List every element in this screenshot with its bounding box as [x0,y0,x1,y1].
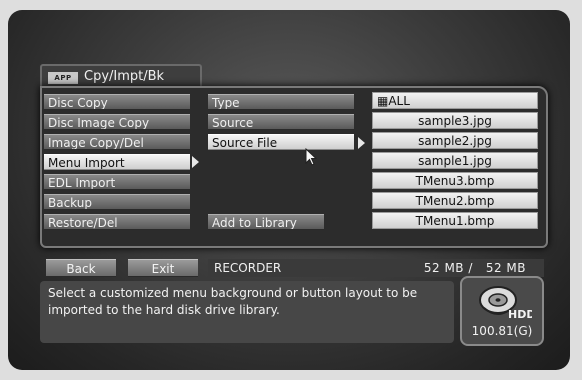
help-message: Select a customized menu background or b… [40,281,454,343]
option-arrow-icon [358,137,365,149]
file-item[interactable]: TMenu2.bmp [372,192,538,209]
add-to-library-button[interactable]: Add to Library [208,214,324,230]
app-badge: APP [48,72,78,84]
file-item[interactable]: sample2.jpg [372,132,538,149]
recorder-screen: APP Cpy/Impt/Bk Disc Copy Disc Image Cop… [8,10,570,370]
file-item-all[interactable]: ▦ALL [372,92,538,109]
hdd-icon-label: HDD [508,308,532,321]
status-bar: RECORDER 52 MB / 52 MB [208,259,544,277]
menu-item-disc-image-copy[interactable]: Disc Image Copy [44,114,190,130]
exit-button[interactable]: Exit [128,259,198,277]
file-item[interactable]: TMenu1.bmp [372,212,538,229]
menu-arrow-icon [192,156,199,168]
device-label: RECORDER [214,261,282,275]
option-type[interactable]: Type [208,94,354,110]
menu-item-restore-del[interactable]: Restore/Del [44,214,190,230]
file-item[interactable]: sample3.jpg [372,112,538,129]
menu-item-menu-import[interactable]: Menu Import [44,154,190,170]
back-button[interactable]: Back [46,259,116,277]
file-item[interactable]: TMenu3.bmp [372,172,538,189]
file-item[interactable]: sample1.jpg [372,152,538,169]
category-title: Cpy/Impt/Bk [84,69,165,84]
hdd-status: HDD 100.81(G) [460,276,544,346]
hdd-icon: HDD [479,286,532,321]
menu-item-backup[interactable]: Backup [44,194,190,210]
menu-item-edl-import[interactable]: EDL Import [44,174,190,190]
option-source[interactable]: Source [208,114,354,130]
capacity-readout: 52 MB / 52 MB [423,261,526,275]
menu-item-disc-copy[interactable]: Disc Copy [44,94,190,110]
option-source-file[interactable]: Source File [208,134,354,150]
pointer-cursor-icon [305,148,318,166]
menu-item-image-copy-del[interactable]: Image Copy/Del [44,134,190,150]
hdd-free-space: 100.81(G) [471,324,533,338]
